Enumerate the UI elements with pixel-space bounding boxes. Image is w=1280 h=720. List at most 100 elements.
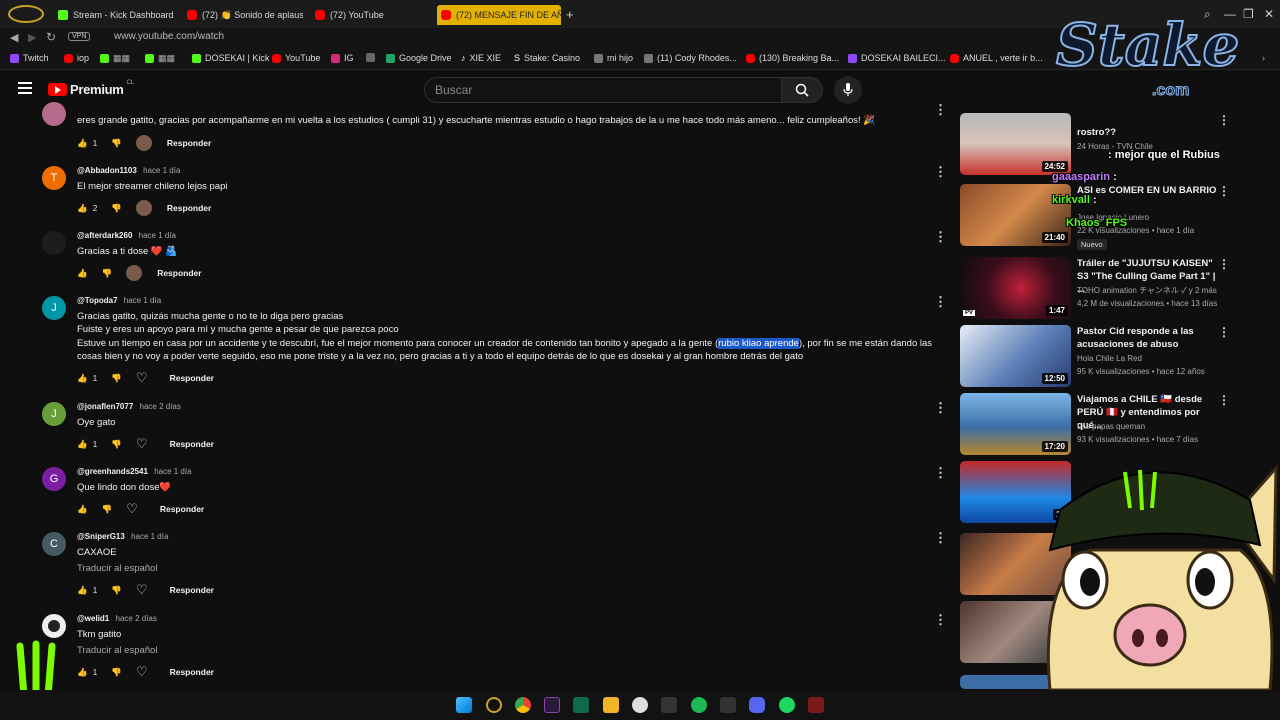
comment-author[interactable]: @afterdark260 xyxy=(77,231,132,240)
comment-author[interactable]: @Topoda7 xyxy=(77,296,118,305)
spotify-icon[interactable] xyxy=(691,697,707,713)
recommended-video[interactable]: PV 1:47 Tráiler de "JUJUTSU KAISEN" S3 "… xyxy=(960,257,1270,319)
like-icon[interactable]: 👍 xyxy=(77,504,88,515)
avatar[interactable] xyxy=(42,231,66,255)
more-options-icon[interactable]: ⋮ xyxy=(934,612,947,628)
comment-time[interactable]: hace 1 día xyxy=(124,296,161,305)
dislike-icon[interactable]: 👎 xyxy=(111,585,122,596)
video-channel[interactable]: Hola Chile La Red xyxy=(1077,352,1227,365)
more-options-icon[interactable]: ⋮ xyxy=(934,465,947,481)
comment-time[interactable]: hace 2 días xyxy=(116,614,157,623)
close-window-button[interactable]: ✕ xyxy=(1264,7,1274,21)
dislike-icon[interactable]: 👎 xyxy=(111,667,122,678)
search-input[interactable]: Buscar xyxy=(424,77,782,103)
app-icon[interactable] xyxy=(544,697,560,713)
forward-icon[interactable]: ▶ xyxy=(28,31,36,44)
comment-author[interactable]: @greenhands2541 xyxy=(77,467,148,476)
video-thumbnail[interactable]: PV 1:47 xyxy=(960,257,1071,319)
bookmark-breaking-bad[interactable]: (130) Breaking Ba... xyxy=(746,53,839,63)
dislike-icon[interactable]: 👎 xyxy=(111,439,122,450)
video-thumbnail[interactable]: 17:20 xyxy=(960,393,1071,455)
dislike-icon[interactable]: 👎 xyxy=(111,203,122,214)
dislike-icon[interactable]: 👎 xyxy=(102,268,113,279)
comment-time[interactable]: hace 1 día xyxy=(154,467,191,476)
more-options-icon[interactable]: ⋮ xyxy=(934,164,947,180)
video-title[interactable]: Pastor Cid responde a las acusaciones de… xyxy=(1077,325,1217,351)
heart-icon[interactable]: ♡ xyxy=(136,582,148,598)
video-channel[interactable]: Las papas queman xyxy=(1077,420,1227,433)
video-thumbnail[interactable]: 12:50 xyxy=(960,325,1071,387)
opera-icon[interactable] xyxy=(486,697,502,713)
heart-icon[interactable]: ♡ xyxy=(126,501,138,517)
like-icon[interactable]: 👍 xyxy=(77,138,88,149)
reply-button[interactable]: Responder xyxy=(167,138,211,148)
reply-button[interactable]: Responder xyxy=(170,585,214,595)
bookmark-xie-xie[interactable]: ♪ XIE XIE xyxy=(461,53,501,63)
tab-mensaje-fin-de-ano[interactable]: (72) MENSAJE FIN DE AÑO xyxy=(437,5,561,25)
bookmark-google-drive[interactable]: Google Drive xyxy=(386,53,452,63)
like-icon[interactable]: 👍 xyxy=(77,373,88,384)
dislike-icon[interactable]: 👎 xyxy=(111,138,122,149)
bookmark-kick-2[interactable]: ▦▦ xyxy=(145,53,175,64)
like-icon[interactable]: 👍 xyxy=(77,439,88,450)
avatar[interactable]: G xyxy=(42,467,66,491)
video-title[interactable]: ASI es COMER EN UN BARRIO xyxy=(1077,184,1217,197)
reply-button[interactable]: Responder xyxy=(170,439,214,449)
vpn-badge[interactable]: VPN xyxy=(68,32,91,41)
more-options-icon[interactable]: ⋮ xyxy=(1218,184,1230,198)
more-options-icon[interactable]: ⋮ xyxy=(1218,257,1230,271)
heart-icon[interactable]: ♡ xyxy=(136,436,148,452)
more-options-icon[interactable]: ⋮ xyxy=(934,400,947,416)
bookmark-stake[interactable]: S Stake: Casino xyxy=(514,53,580,63)
reply-button[interactable]: Responder xyxy=(160,504,204,514)
video-thumbnail[interactable]: 24:52 xyxy=(960,113,1071,175)
more-options-icon[interactable]: ⋮ xyxy=(934,294,947,310)
app-icon[interactable] xyxy=(808,697,824,713)
opera-logo-icon[interactable] xyxy=(8,5,44,23)
avatar[interactable]: T xyxy=(42,166,66,190)
translate-link[interactable]: Traducir al español xyxy=(77,645,157,656)
recommended-video[interactable]: 12:50 Pastor Cid responde a las acusacio… xyxy=(960,325,1270,387)
avatar[interactable] xyxy=(42,102,66,126)
youtube-premium-logo[interactable]: Premium CL xyxy=(48,80,134,97)
video-title[interactable]: rostro?? xyxy=(1077,126,1217,139)
bookmark-iop[interactable]: iop xyxy=(64,53,89,63)
file-explorer-icon[interactable] xyxy=(603,697,619,713)
avatar[interactable]: J xyxy=(42,402,66,426)
heart-icon[interactable]: ♡ xyxy=(136,664,148,680)
comment-time[interactable]: hace 2 días xyxy=(140,402,181,411)
translate-link[interactable]: Traducir al español xyxy=(77,563,157,574)
bookmark-dosekai-baileci[interactable]: DOSEKAI BAILECI... xyxy=(848,53,946,63)
dislike-icon[interactable]: 👎 xyxy=(102,504,113,515)
bookmark-mi-hijo[interactable]: mi hijo xyxy=(594,53,633,63)
new-tab-button[interactable]: + xyxy=(566,7,574,22)
recommended-video[interactable]: 17:20 Viajamos a CHILE 🇨🇱 desde PERÚ 🇵🇪 … xyxy=(960,393,1270,455)
comment-author[interactable]: @jonaflen7077 xyxy=(77,402,133,411)
bookmark-blank[interactable] xyxy=(366,53,375,62)
bookmark-youtube[interactable]: YouTube xyxy=(272,53,320,63)
discord-icon[interactable] xyxy=(749,697,765,713)
avatar[interactable] xyxy=(42,614,66,638)
bookmark-twitch[interactable]: Twitch xyxy=(10,53,49,63)
obs-icon[interactable] xyxy=(632,697,648,713)
comment-time[interactable]: hace 1 día xyxy=(131,532,168,541)
recommended-video[interactable]: 24:52 rostro?? 24 Horas - TVN Chile ⋮ xyxy=(960,113,1270,175)
url-field[interactable]: www.youtube.com/watch xyxy=(114,31,224,42)
voice-search-button[interactable] xyxy=(834,76,862,104)
bookmark-ig[interactable]: IG xyxy=(331,53,354,63)
windows-start-icon[interactable] xyxy=(456,697,472,713)
menu-icon[interactable] xyxy=(18,82,32,94)
recommended-video[interactable]: 21:40 ASI es COMER EN UN BARRIO Jose Ign… xyxy=(960,184,1270,250)
comment-time[interactable]: hace 1 día xyxy=(139,231,176,240)
comment-author[interactable]: @SniperG13 xyxy=(77,532,125,541)
search-button[interactable] xyxy=(781,77,823,103)
app-icon[interactable] xyxy=(779,697,795,713)
bookmark-dosekai-kick[interactable]: DOSEKAI | Kick xyxy=(192,53,269,63)
bookmark-anuel[interactable]: ANUEL , verte ir b... xyxy=(950,53,1043,63)
bookmark-kick-1[interactable]: ▦▦ xyxy=(100,53,130,64)
reply-button[interactable]: Responder xyxy=(170,667,214,677)
like-icon[interactable]: 👍 xyxy=(77,268,88,279)
like-icon[interactable]: 👍 xyxy=(77,667,88,678)
more-options-icon[interactable]: ⋮ xyxy=(1218,325,1230,339)
chrome-icon[interactable] xyxy=(515,697,531,713)
